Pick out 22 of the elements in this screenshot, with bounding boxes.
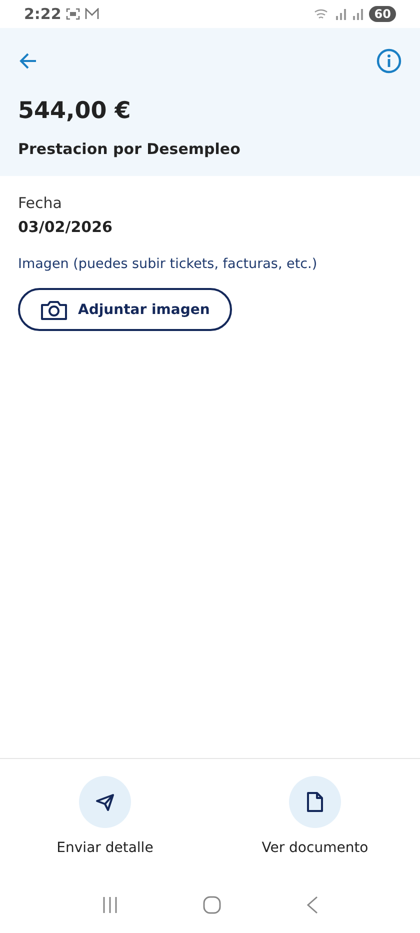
battery-level: 60 xyxy=(369,6,396,22)
home-icon[interactable] xyxy=(202,895,222,915)
status-time: 2:22 xyxy=(24,5,62,23)
recent-apps-icon[interactable] xyxy=(101,896,120,914)
field-label: Fecha xyxy=(18,194,63,212)
back-nav-icon[interactable] xyxy=(304,895,319,915)
benefit-title: Prestacion por Desempleo xyxy=(18,140,242,158)
signal-icon xyxy=(335,8,348,20)
attachment-label: Imagen (puedes subir tickets, facturas, etc.) xyxy=(18,256,318,272)
view-document-button[interactable]: Ver documento xyxy=(235,775,395,857)
field-value: 03/02/2026 xyxy=(18,218,114,236)
amount: 544,00 € xyxy=(18,98,132,124)
info-button[interactable] xyxy=(376,48,402,74)
signal-icon xyxy=(352,8,364,20)
mail-icon xyxy=(85,8,100,20)
send-detail-button[interactable]: Enviar detalle xyxy=(25,775,185,857)
document-icon xyxy=(306,791,324,813)
paper-plane-icon xyxy=(95,792,115,812)
back-button[interactable] xyxy=(18,51,38,71)
screenshot-icon xyxy=(66,8,80,20)
attach-image-button[interactable]: Adjuntar imagen xyxy=(18,288,232,331)
camera-icon xyxy=(40,298,68,320)
